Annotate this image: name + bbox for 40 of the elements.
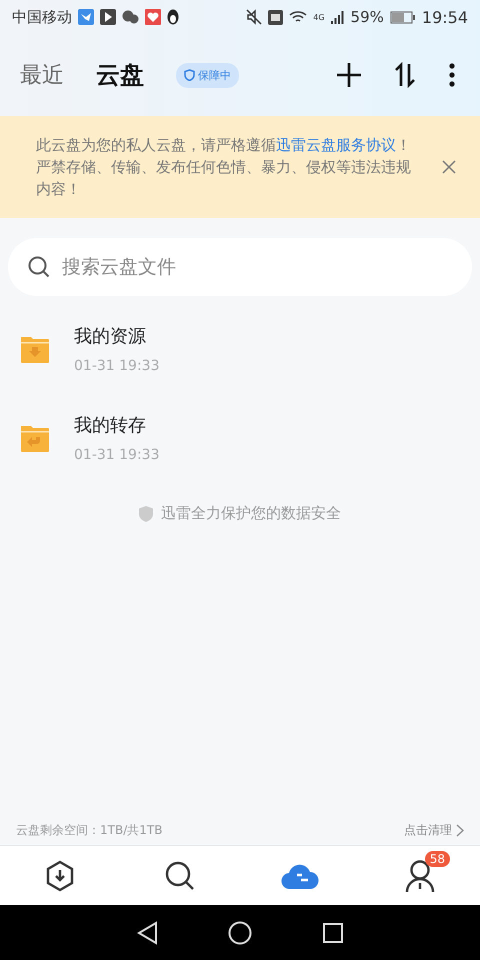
download-icon: [44, 860, 76, 892]
more-icon: [448, 63, 456, 87]
close-icon: [442, 160, 456, 174]
security-note: 迅雷全力保护您的数据安全: [161, 504, 341, 523]
arrow-app-icon: [100, 9, 116, 25]
network-type: 4G: [313, 12, 325, 22]
carrier-name: 中国移动: [12, 8, 72, 26]
folder-name[interactable]: 我的资源: [74, 324, 160, 348]
back-button[interactable]: [136, 920, 158, 944]
nav-tab[interactable]: [164, 860, 196, 892]
header-tab[interactable]: 云盘: [96, 59, 154, 91]
chat-bubbles-icon: [122, 10, 139, 24]
protection-badge: 保障中: [176, 62, 239, 88]
chevron-right-icon: [456, 824, 464, 836]
heart-app-icon: [145, 9, 161, 25]
signal-icon: [330, 10, 345, 24]
battery-icon: [390, 10, 416, 24]
search-icon: [164, 860, 196, 892]
recent-apps-button[interactable]: [322, 922, 344, 944]
search-icon: [28, 256, 50, 278]
folder-time: 01-31 19:33: [74, 358, 160, 374]
nav-tab[interactable]: [44, 860, 76, 892]
penguin-icon: [167, 9, 179, 25]
shield-icon: [139, 506, 153, 522]
folder-time: 01-31 19:33: [74, 446, 160, 462]
storage-info: 云盘剩余空间：1TB/共1TB: [16, 822, 162, 838]
hd-icon: [268, 10, 284, 24]
bird-app-icon: [78, 9, 94, 25]
service-agreement-link[interactable]: 迅雷云盘服务协议: [276, 136, 396, 154]
mute-icon: [246, 9, 262, 25]
wifi-icon: [289, 10, 308, 24]
header-tab[interactable]: 最近: [20, 60, 74, 90]
clock-time: 19:54: [422, 8, 468, 26]
folder-name[interactable]: 我的转存: [74, 412, 160, 436]
home-button[interactable]: [228, 920, 252, 944]
cloud-icon: [281, 862, 319, 890]
notification-count: 58: [424, 850, 450, 866]
battery-percent: 59%: [350, 8, 384, 26]
notice-text: 此云盘为您的私人云盘，请严格遵循迅雷云盘服务协议！严禁存储、传输、发布任何色情、暴力、侵权等违法违规内容！: [36, 135, 412, 200]
search-field[interactable]: 搜索云盘文件: [8, 238, 472, 296]
